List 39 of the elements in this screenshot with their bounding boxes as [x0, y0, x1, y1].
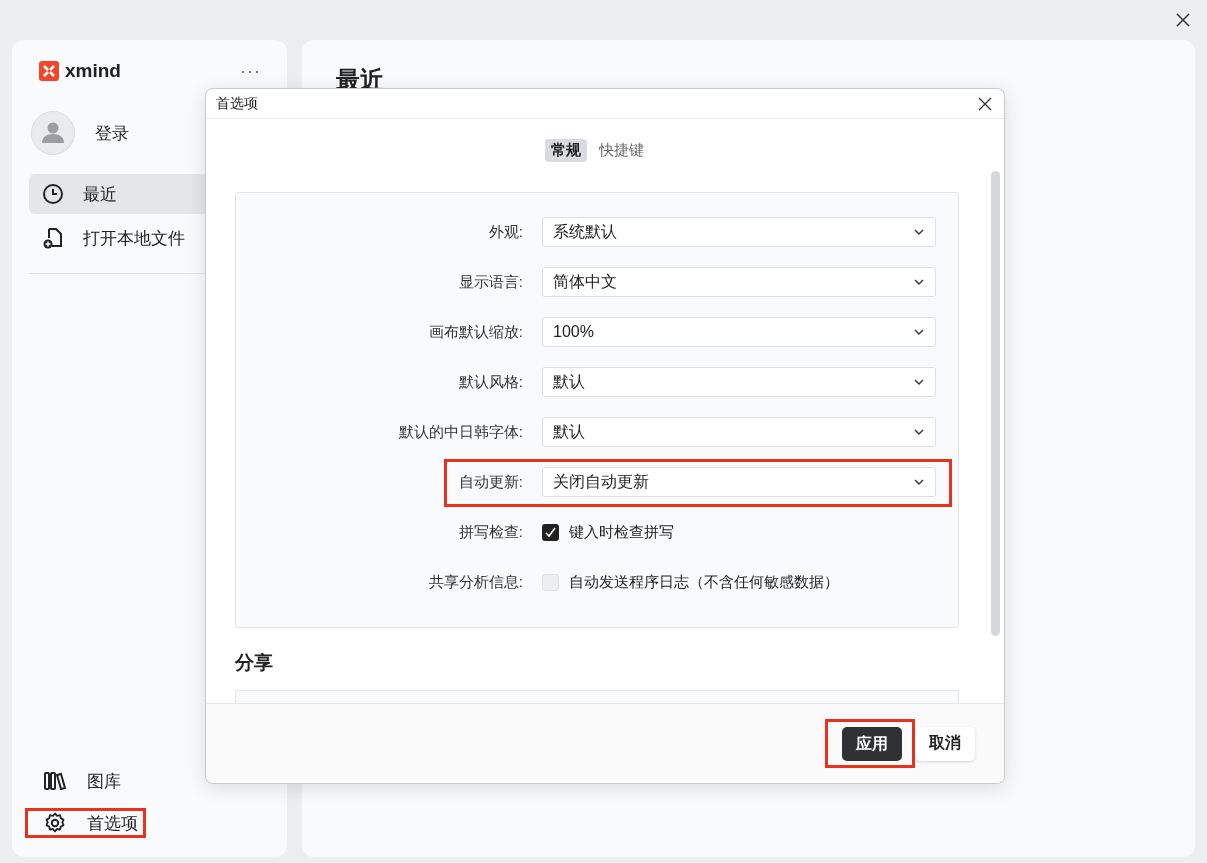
file-plus-icon	[41, 226, 65, 250]
dropdown[interactable]: 关闭自动更新	[542, 467, 936, 497]
books-icon	[43, 769, 67, 793]
setting-label: 共享分析信息:	[427, 572, 523, 592]
setting-label: 外观:	[487, 222, 523, 242]
close-icon[interactable]	[978, 96, 992, 111]
dropdown[interactable]: 简体中文	[542, 267, 936, 297]
checkbox[interactable]	[542, 573, 559, 591]
dialog-title: 首选项	[216, 94, 258, 113]
sidebar-item[interactable]: 图库	[25, 766, 129, 796]
cancel-button[interactable]: 取消	[915, 726, 975, 761]
setting-label: 默认风格:	[457, 372, 523, 392]
sidebar-item[interactable]: 打开本地文件	[29, 218, 287, 258]
sidebar-item[interactable]: 首选项	[25, 808, 146, 838]
login-link[interactable]: 登录	[95, 121, 129, 145]
setting-label: 默认的中日韩字体:	[397, 422, 523, 442]
section-heading: 分享	[235, 651, 274, 675]
tab[interactable]: 常规	[544, 139, 587, 162]
setting-label: 画布默认缩放:	[427, 322, 523, 342]
setting-label: 显示语言:	[457, 272, 523, 292]
tab[interactable]: 快捷键	[592, 139, 650, 162]
checkbox[interactable]	[542, 523, 559, 541]
setting-label: 自动更新:	[457, 472, 523, 492]
dropdown[interactable]: 默认	[542, 417, 936, 447]
dropdown[interactable]: 默认	[542, 367, 936, 397]
dropdown[interactable]: 系统默认	[542, 217, 936, 247]
setting-label: 拼写检查:	[457, 522, 523, 542]
logo-icon	[39, 61, 59, 81]
clock-icon	[41, 182, 65, 206]
checkbox-label: 键入时检查拼写	[569, 522, 674, 542]
apply-button[interactable]: 应用	[842, 727, 902, 761]
scrollbar[interactable]	[991, 171, 1000, 636]
settings-icon	[43, 811, 67, 835]
avatar-icon[interactable]	[31, 111, 75, 155]
checkbox-label: 自动发送程序日志（不含任何敏感数据）	[569, 572, 839, 592]
dropdown[interactable]: 100%	[542, 317, 936, 347]
more-button[interactable]: ···	[240, 60, 261, 82]
brand-name: xmind	[65, 60, 121, 82]
close-icon[interactable]	[1175, 12, 1191, 28]
